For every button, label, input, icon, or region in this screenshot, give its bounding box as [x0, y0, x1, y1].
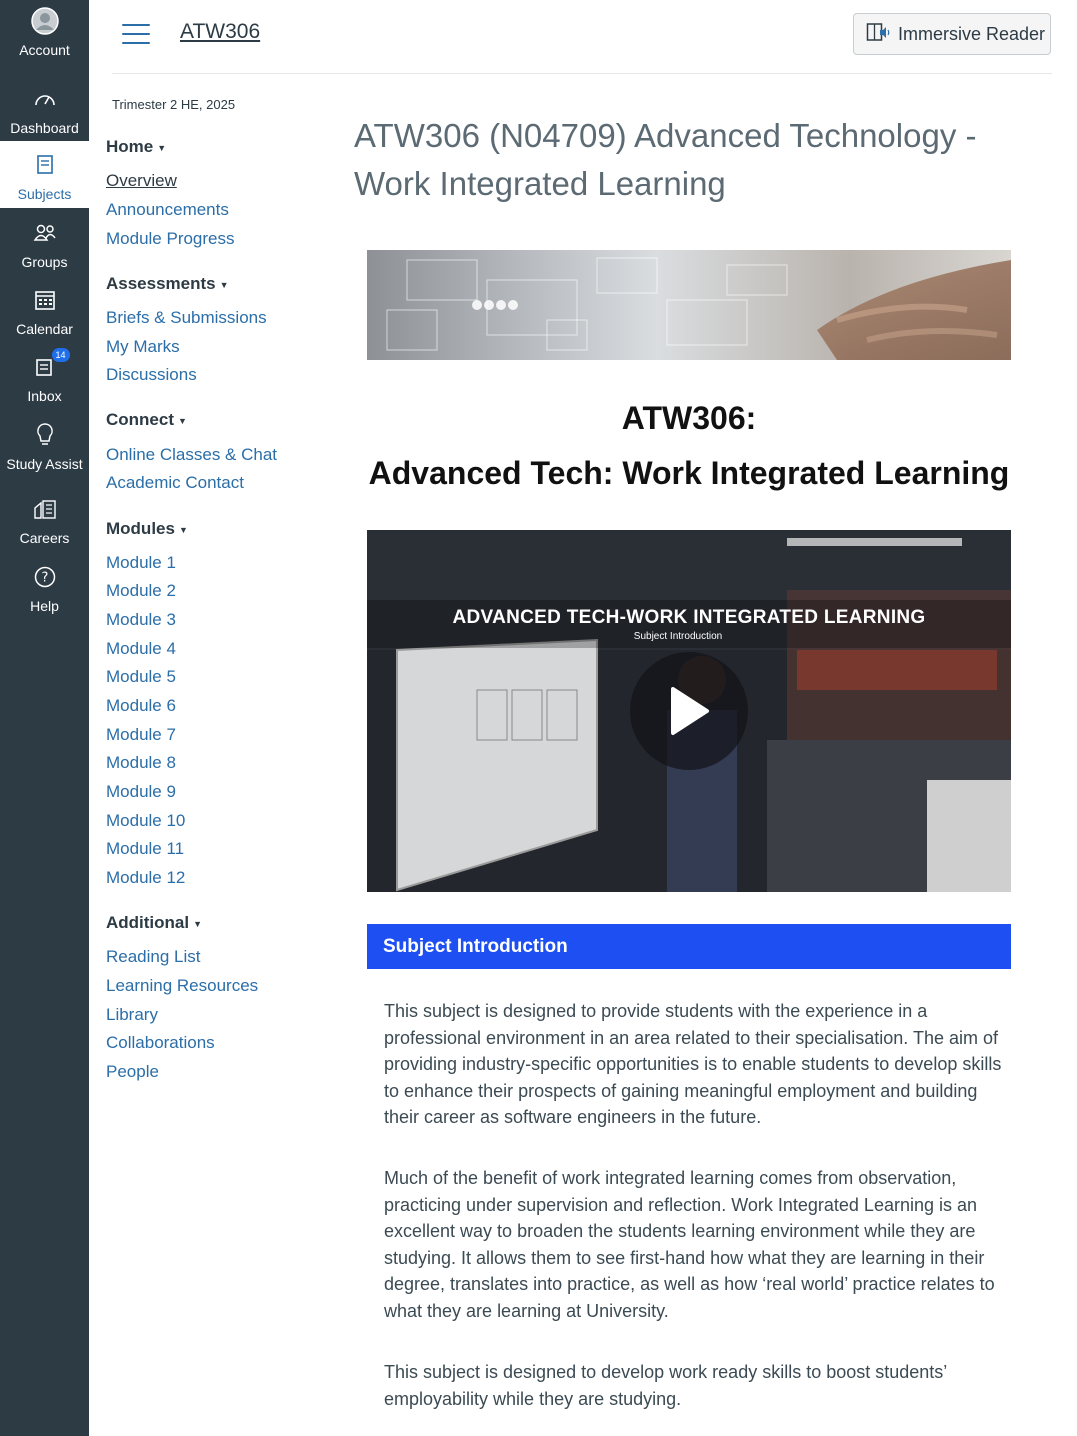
video-overlay-subtitle: Subject Introduction: [633, 631, 723, 642]
global-nav-subjects[interactable]: Subjects: [0, 141, 89, 208]
calendar-icon: [30, 285, 60, 315]
intro-paragraph: This subject is designed to develop work…: [384, 1362, 947, 1409]
global-nav-label: Help: [30, 598, 59, 614]
global-nav-inbox[interactable]: 14 Inbox: [0, 348, 89, 408]
header-divider: [112, 73, 1052, 74]
section-additional[interactable]: Additional ▼: [106, 913, 202, 933]
hamburger-menu-button[interactable]: [122, 24, 150, 46]
section-assessments[interactable]: Assessments ▼: [106, 274, 229, 294]
global-nav-help[interactable]: ? Help: [0, 562, 89, 618]
lightbulb-icon: [30, 420, 60, 450]
groups-icon: [30, 218, 60, 248]
immersive-reader-button[interactable]: Immersive Reader: [853, 13, 1051, 55]
section-connect[interactable]: Connect ▼: [106, 410, 187, 430]
nav-link-announcements[interactable]: Announcements: [106, 200, 229, 220]
banner-image: [367, 250, 1011, 360]
unread-badge: 14: [51, 348, 70, 362]
global-nav-label: Account: [19, 42, 70, 58]
global-nav-label: Groups: [21, 254, 68, 270]
play-icon[interactable]: [630, 652, 748, 770]
global-nav-dashboard[interactable]: Dashboard: [0, 84, 89, 140]
nav-link-module[interactable]: Module 4: [106, 639, 176, 659]
subjects-icon: [30, 150, 60, 180]
nav-link-discussions[interactable]: Discussions: [106, 365, 197, 385]
nav-link-people[interactable]: People: [106, 1062, 159, 1082]
global-nav-account[interactable]: Account: [0, 6, 89, 68]
global-nav-label: Inbox: [27, 388, 62, 404]
careers-icon: [30, 494, 60, 524]
global-nav-label: Dashboard: [10, 120, 79, 136]
nav-link-learning-resources[interactable]: Learning Resources: [106, 976, 258, 996]
nav-link-my-marks[interactable]: My Marks: [106, 337, 180, 357]
caret-down-icon: ▼: [193, 918, 203, 929]
svg-text:?: ?: [41, 571, 48, 586]
nav-link-module[interactable]: Module 9: [106, 782, 176, 802]
nav-link-module[interactable]: Module 1: [106, 553, 176, 573]
section-home[interactable]: Home ▼: [106, 137, 166, 157]
help-icon: ?: [30, 562, 60, 592]
inbox-icon: 14: [30, 348, 70, 382]
global-nav-label: Study Assist: [6, 456, 83, 472]
caret-down-icon: ▼: [178, 415, 187, 426]
nav-link-online-classes[interactable]: Online Classes & Chat: [106, 445, 277, 465]
nav-link-module[interactable]: Module 8: [106, 753, 176, 773]
caret-down-icon: ▼: [157, 142, 167, 153]
nav-link-briefs-submissions[interactable]: Briefs & Submissions: [106, 308, 267, 328]
subject-code-heading: ATW306:: [621, 400, 757, 436]
nav-link-module[interactable]: Module 5: [106, 667, 176, 687]
subject-introduction-heading: Subject Introduction: [367, 924, 1011, 969]
section-modules[interactable]: Modules ▼: [106, 519, 188, 539]
global-nav-label: Subjects: [17, 186, 72, 202]
nav-link-collaborations[interactable]: Collaborations: [106, 1033, 215, 1053]
nav-link-library[interactable]: Library: [106, 1005, 158, 1025]
nav-link-overview[interactable]: Overview: [106, 171, 177, 191]
global-nav: Account Dashboard Subjects Groups Calend…: [0, 0, 89, 1436]
nav-link-academic-contact[interactable]: Academic Contact: [106, 473, 244, 493]
subject-name-heading: Advanced Tech: Work Integrated Learning: [368, 455, 1010, 491]
video-player[interactable]: ADVANCED TECH-WORK INTEGRATED LEARNING S…: [367, 530, 1011, 892]
video-overlay-title: ADVANCED TECH-WORK INTEGRATED LEARNING: [452, 607, 926, 628]
page-title: ATW306 (N04709) Advanced Technology - Wo…: [354, 117, 977, 202]
global-nav-groups[interactable]: Groups: [0, 218, 89, 274]
global-nav-study-assist[interactable]: Study Assist: [0, 420, 89, 476]
nav-link-module[interactable]: Module 3: [106, 610, 176, 630]
account-icon: [30, 6, 60, 36]
nav-link-module[interactable]: Module 12: [106, 868, 185, 888]
nav-link-reading-list[interactable]: Reading List: [106, 947, 201, 967]
nav-link-module[interactable]: Module 7: [106, 725, 176, 745]
nav-link-module[interactable]: Module 2: [106, 581, 176, 601]
caret-down-icon: ▼: [219, 279, 229, 290]
nav-link-module[interactable]: Module 10: [106, 811, 185, 831]
global-nav-careers[interactable]: Careers: [0, 494, 89, 550]
immersive-reader-icon: [866, 21, 890, 48]
global-nav-calendar[interactable]: Calendar: [0, 285, 89, 341]
global-nav-label: Careers: [19, 530, 70, 546]
immersive-reader-label: Immersive Reader: [898, 23, 1046, 44]
intro-paragraph: Much of the benefit of work integrated l…: [384, 1168, 995, 1321]
global-nav-label: Calendar: [16, 321, 73, 337]
caret-down-icon: ▼: [178, 524, 188, 535]
breadcrumb-subject[interactable]: ATW306: [180, 20, 260, 44]
nav-link-module[interactable]: Module 11: [106, 839, 184, 859]
term-label: Trimester 2 HE, 2025: [112, 97, 236, 112]
nav-link-module-progress[interactable]: Module Progress: [106, 229, 235, 249]
nav-link-module[interactable]: Module 6: [106, 696, 176, 716]
intro-paragraph: This subject is designed to provide stud…: [384, 1001, 1002, 1127]
dashboard-icon: [30, 84, 60, 114]
